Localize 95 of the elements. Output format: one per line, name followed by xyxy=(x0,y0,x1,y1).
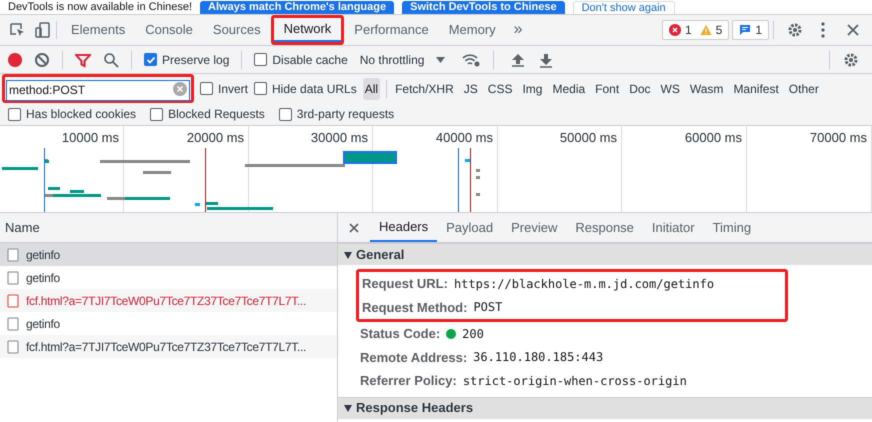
type-filter[interactable]: Doc xyxy=(627,78,653,100)
checkbox-label[interactable]: Preserve log xyxy=(162,50,230,68)
checkbox-label[interactable]: 3rd-party requests xyxy=(296,105,394,123)
settings-icon[interactable] xyxy=(842,50,860,68)
message-count: 1 xyxy=(755,22,762,39)
close-icon[interactable] xyxy=(846,23,860,37)
expanded-triangle-icon[interactable] xyxy=(344,250,352,258)
panel-tab[interactable]: Sources xyxy=(202,15,271,45)
checkbox-label[interactable]: Has blocked cookies xyxy=(26,105,136,123)
header-name: Request URL: xyxy=(362,275,448,293)
header-name: Request Method: xyxy=(362,298,468,317)
column-header[interactable]: Name xyxy=(5,218,40,238)
device-toolbar-icon[interactable] xyxy=(34,21,52,39)
header-value[interactable]: 36.110.180.185:443 xyxy=(473,348,604,366)
filter-icon[interactable] xyxy=(75,52,91,68)
caret-icon xyxy=(436,56,446,62)
section-header[interactable]: General xyxy=(356,244,404,264)
upload-icon[interactable] xyxy=(510,52,526,68)
file-icon xyxy=(7,340,19,354)
checkbox-label[interactable]: Invert xyxy=(218,80,248,98)
settings-icon[interactable] xyxy=(786,21,804,39)
throttling-dropdown[interactable]: No throttling xyxy=(360,50,446,68)
time-tick-label: 70000 ms xyxy=(810,130,869,145)
type-filter[interactable]: Other xyxy=(786,78,821,100)
filter-field[interactable]: method:POST xyxy=(6,80,190,100)
record-button[interactable] xyxy=(8,52,22,66)
message-icon xyxy=(739,24,752,36)
time-tick-label: 60000 ms xyxy=(684,130,744,145)
checkbox[interactable] xyxy=(254,53,268,66)
download-icon[interactable] xyxy=(538,52,554,68)
clear-field-icon[interactable] xyxy=(173,82,187,96)
type-filter[interactable]: WS xyxy=(658,78,682,100)
detail-tab[interactable]: Preview xyxy=(502,213,566,242)
panel-tab[interactable]: Memory xyxy=(438,15,506,45)
checkbox[interactable] xyxy=(8,108,21,120)
error-icon xyxy=(668,24,681,36)
warning-count: 5 xyxy=(716,22,722,39)
type-filter[interactable]: Img xyxy=(520,78,544,100)
checkbox[interactable] xyxy=(278,108,292,120)
time-tick-label: 10000 ms xyxy=(62,130,121,145)
panel-tab[interactable]: Elements xyxy=(61,15,136,45)
type-filter[interactable]: CSS xyxy=(486,78,514,100)
more-options-icon[interactable] xyxy=(820,21,826,39)
file-icon xyxy=(7,316,19,330)
clear-icon[interactable] xyxy=(34,52,50,68)
header-name: Remote Address: xyxy=(360,348,468,366)
expanded-triangle-icon[interactable] xyxy=(344,404,352,412)
detail-tab[interactable]: Initiator xyxy=(642,213,704,242)
banner-message: DevTools is now available in Chinese! xyxy=(8,1,192,14)
type-filter[interactable]: Wasm xyxy=(688,78,726,100)
panel-tab[interactable]: Network xyxy=(274,18,342,42)
panel-tab[interactable]: Performance xyxy=(344,15,439,45)
checkbox-label[interactable]: Hide data URLs xyxy=(272,80,357,98)
time-tick-label: 20000 ms xyxy=(186,130,246,145)
request-row[interactable]: fcf.html?a=7TJI7TceW0Pu7Tce7TZ37Tce7Tce7T7L7T... xyxy=(0,335,337,358)
detail-tab[interactable]: Payload xyxy=(437,213,502,242)
detail-tab[interactable]: Timing xyxy=(704,213,760,242)
time-tick-label: 30000 ms xyxy=(310,130,370,145)
panel-tab[interactable]: Console xyxy=(135,15,203,45)
file-icon xyxy=(7,294,19,308)
checkbox[interactable] xyxy=(200,82,213,95)
header-name: Referrer Policy: xyxy=(360,372,457,390)
more-tabs-button[interactable]: » xyxy=(506,18,531,42)
header-value[interactable]: https://blackhole-m.m.jd.com/getinfo xyxy=(454,274,714,293)
file-icon xyxy=(7,270,19,284)
header-value[interactable]: 200 xyxy=(462,324,484,343)
checkbox[interactable] xyxy=(144,53,157,66)
type-filter[interactable]: All xyxy=(362,78,380,100)
banner-button[interactable]: Always match Chrome's language xyxy=(200,1,394,14)
checkbox-label[interactable]: Blocked Requests xyxy=(168,105,265,123)
checkbox-label[interactable]: Disable cache xyxy=(272,50,348,68)
time-tick-label: 50000 ms xyxy=(560,130,619,145)
checkbox[interactable] xyxy=(254,82,268,95)
type-filter[interactable]: Fetch/XHR xyxy=(393,78,456,100)
type-filter[interactable]: Media xyxy=(550,78,588,100)
type-filter[interactable]: Font xyxy=(593,78,622,100)
error-count: 1 xyxy=(684,22,692,39)
header-value[interactable]: POST xyxy=(473,298,502,316)
time-tick-label: 40000 ms xyxy=(436,130,495,145)
request-row[interactable]: getinfo xyxy=(0,243,337,266)
type-filter[interactable]: Manifest xyxy=(731,78,781,100)
header-value[interactable]: strict-origin-when-cross-origin xyxy=(462,372,687,390)
checkbox[interactable] xyxy=(150,108,164,120)
warning-icon xyxy=(700,24,712,36)
network-conditions-icon[interactable] xyxy=(461,52,482,68)
search-icon[interactable] xyxy=(103,52,119,68)
close-icon[interactable] xyxy=(349,222,359,232)
header-name: Status Code: xyxy=(360,325,440,343)
issues-counter[interactable]: 1 5 xyxy=(662,20,730,40)
request-row[interactable]: fcf.html?a=7TJI7TceW0Pu7Tce7TZ37Tce7Tce7T7L7T... xyxy=(0,289,337,312)
detail-tab[interactable]: Response xyxy=(566,213,643,242)
type-filter[interactable]: JS xyxy=(462,78,480,100)
banner-button[interactable]: Switch DevTools to Chinese xyxy=(402,1,565,14)
messages-counter[interactable]: 1 xyxy=(732,20,769,40)
file-icon xyxy=(7,248,19,262)
